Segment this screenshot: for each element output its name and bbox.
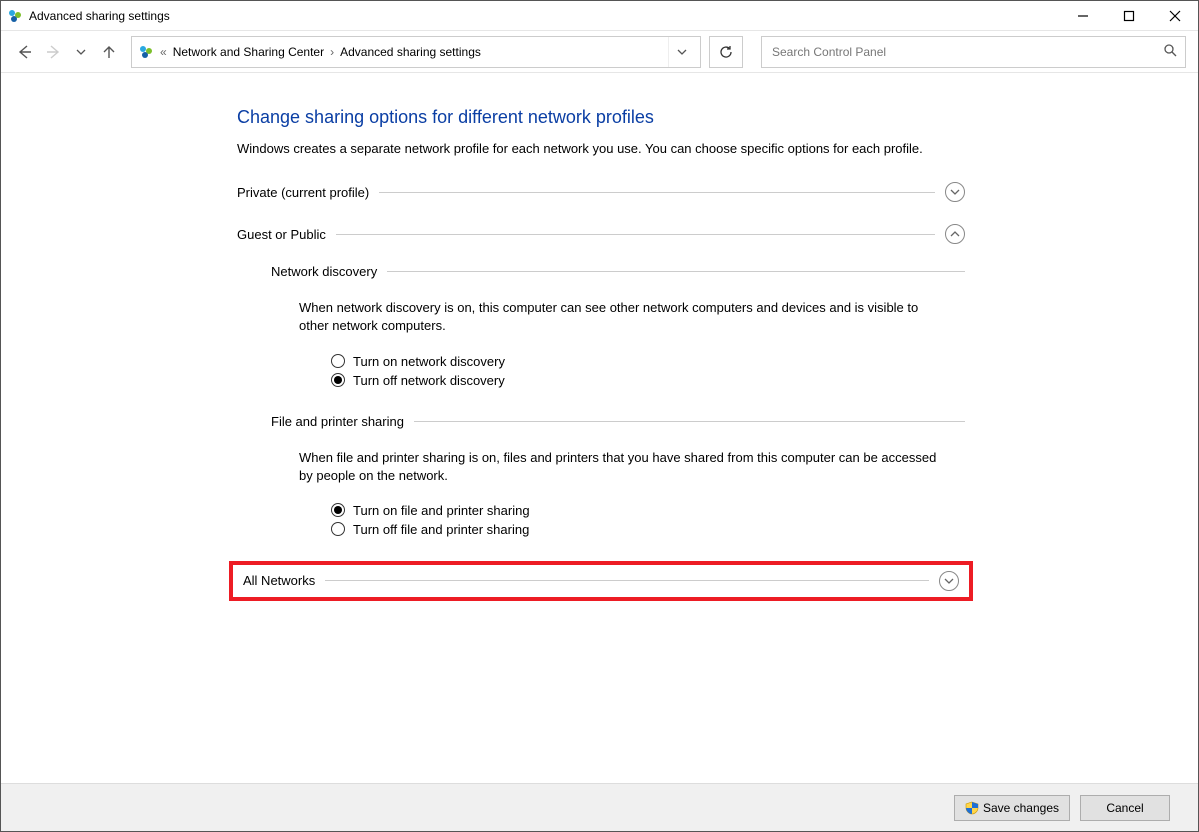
highlight-annotation: All Networks [229, 561, 973, 601]
radio-label: Turn off network discovery [353, 373, 505, 388]
divider [325, 580, 929, 581]
cancel-label: Cancel [1106, 801, 1143, 815]
window-title: Advanced sharing settings [29, 9, 170, 23]
profile-private-label: Private (current profile) [237, 185, 369, 200]
content-area: Change sharing options for different net… [1, 73, 1198, 783]
address-history-dropdown[interactable] [668, 37, 694, 67]
divider [414, 421, 965, 422]
control-panel-icon [138, 44, 154, 60]
cancel-button[interactable]: Cancel [1080, 795, 1170, 821]
radio-icon [331, 503, 345, 517]
breadcrumb-item-current[interactable]: Advanced sharing settings [340, 45, 481, 59]
page-description: Windows creates a separate network profi… [237, 140, 965, 158]
breadcrumb-item-network-sharing[interactable]: Network and Sharing Center [173, 45, 324, 59]
window-controls [1060, 1, 1198, 30]
content-inner: Change sharing options for different net… [237, 73, 965, 601]
breadcrumb-separator-icon: › [330, 45, 334, 59]
network-discovery-radios: Turn on network discovery Turn off netwo… [331, 354, 965, 388]
chevron-up-icon[interactable] [945, 224, 965, 244]
file-printer-sharing-header: File and printer sharing [271, 414, 965, 429]
window-frame: Advanced sharing settings [0, 0, 1199, 832]
divider [336, 234, 935, 235]
footer-bar: Save changes Cancel [1, 783, 1198, 831]
radio-sharing-off[interactable]: Turn off file and printer sharing [331, 522, 965, 537]
divider [387, 271, 965, 272]
profile-guest-section: Guest or Public Network discovery When n… [237, 224, 965, 537]
divider [379, 192, 935, 193]
profile-guest-header[interactable]: Guest or Public [237, 224, 965, 244]
radio-label: Turn on file and printer sharing [353, 503, 530, 518]
profile-all-networks-label: All Networks [243, 573, 315, 588]
radio-label: Turn on network discovery [353, 354, 505, 369]
search-icon[interactable] [1163, 43, 1177, 60]
network-discovery-header: Network discovery [271, 264, 965, 279]
profile-all-networks-header[interactable]: All Networks [235, 571, 963, 591]
close-button[interactable] [1152, 1, 1198, 30]
radio-icon [331, 373, 345, 387]
radio-icon [331, 354, 345, 368]
minimize-button[interactable] [1060, 1, 1106, 30]
radio-label: Turn off file and printer sharing [353, 522, 529, 537]
page-heading: Change sharing options for different net… [237, 107, 965, 128]
file-printer-sharing-description: When file and printer sharing is on, fil… [299, 449, 939, 485]
uac-shield-icon [965, 801, 979, 815]
file-printer-sharing-section: File and printer sharing [271, 414, 965, 429]
radio-sharing-on[interactable]: Turn on file and printer sharing [331, 503, 965, 518]
network-discovery-title: Network discovery [271, 264, 377, 279]
address-bar[interactable]: « Network and Sharing Center › Advanced … [131, 36, 701, 68]
up-button[interactable] [97, 40, 121, 64]
chevron-down-icon[interactable] [939, 571, 959, 591]
file-printer-sharing-radios: Turn on file and printer sharing Turn of… [331, 503, 965, 537]
save-changes-label: Save changes [983, 801, 1059, 815]
network-discovery-description: When network discovery is on, this compu… [299, 299, 939, 335]
titlebar-left: Advanced sharing settings [7, 8, 170, 24]
profile-guest-label: Guest or Public [237, 227, 326, 242]
recent-dropdown-button[interactable] [69, 40, 93, 64]
maximize-button[interactable] [1106, 1, 1152, 30]
forward-button[interactable] [41, 40, 65, 64]
chevron-down-icon[interactable] [945, 182, 965, 202]
titlebar: Advanced sharing settings [1, 1, 1198, 31]
radio-discovery-off[interactable]: Turn off network discovery [331, 373, 965, 388]
search-input[interactable] [770, 44, 1157, 60]
back-button[interactable] [13, 40, 37, 64]
navigation-bar: « Network and Sharing Center › Advanced … [1, 31, 1198, 73]
file-printer-sharing-title: File and printer sharing [271, 414, 404, 429]
radio-icon [331, 522, 345, 536]
search-box[interactable] [761, 36, 1186, 68]
save-changes-button[interactable]: Save changes [954, 795, 1070, 821]
profile-private-header[interactable]: Private (current profile) [237, 182, 965, 202]
radio-discovery-on[interactable]: Turn on network discovery [331, 354, 965, 369]
network-discovery-section: Network discovery [271, 264, 965, 279]
refresh-button[interactable] [709, 36, 743, 68]
breadcrumb-overflow-icon[interactable]: « [160, 45, 167, 59]
control-panel-icon [7, 8, 23, 24]
